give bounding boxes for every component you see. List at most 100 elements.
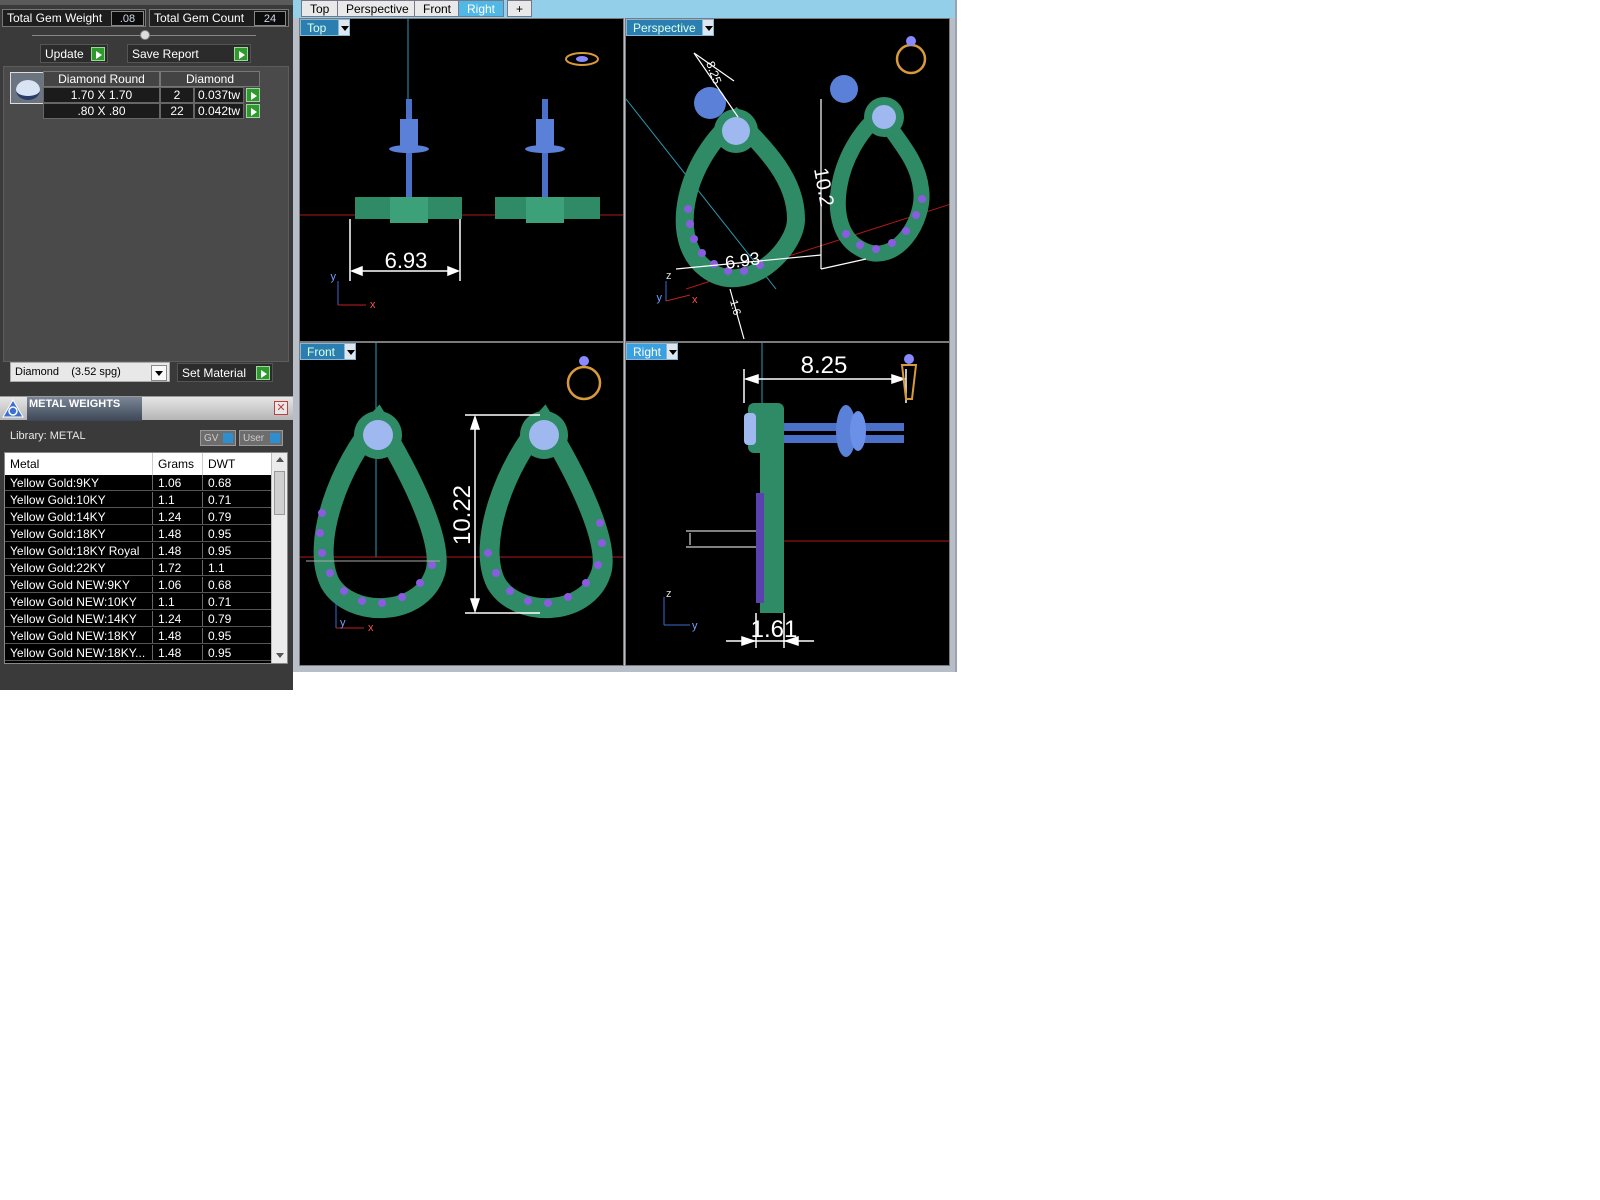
- scroll-thumb[interactable]: [274, 471, 285, 515]
- grams-cell: 1.48: [153, 645, 203, 660]
- viewport-right-chevron-icon[interactable]: [666, 343, 678, 360]
- perspective-dim-4: 1.6: [727, 299, 743, 317]
- col-grams[interactable]: Grams: [153, 453, 203, 475]
- viewport-perspective[interactable]: 8.25 10.2 6.93 1.6 y x z Perspective: [625, 18, 950, 342]
- gem-row-1-size: 1.70 X 1.70: [43, 87, 160, 103]
- table-row[interactable]: Yellow Gold NEW:10KY 1.1 0.71: [5, 594, 271, 610]
- material-select-value: Diamond (3.52 spg): [15, 366, 121, 378]
- set-material-label: Set Material: [182, 366, 247, 380]
- viewport-top-label[interactable]: Top: [300, 19, 340, 36]
- gem-row-2-go-icon[interactable]: [246, 104, 260, 118]
- dwt-cell: 0.79: [208, 510, 232, 524]
- svg-text:y: y: [340, 617, 346, 629]
- gv-toggle-label: GV: [204, 433, 219, 444]
- user-toggle-label: User: [243, 433, 265, 444]
- material-select[interactable]: Diamond (3.52 spg): [10, 362, 170, 382]
- earring-right-perspective: [829, 75, 930, 262]
- top-view-canvas: 6.93 y x: [300, 19, 623, 311]
- table-row[interactable]: Yellow Gold NEW:18KY... 1.48 0.95: [5, 645, 271, 661]
- axis-gizmo: y x: [331, 271, 377, 311]
- viewport-top[interactable]: 6.93 y x Top: [299, 18, 624, 342]
- grams-cell: 1.48: [153, 628, 203, 643]
- grams-cell: 1.24: [153, 611, 203, 626]
- dwt-cell: 0.68: [208, 578, 232, 592]
- svg-text:z: z: [666, 588, 672, 600]
- gem-header-shape: Diamond Round: [43, 71, 160, 87]
- earring-right-front: [479, 404, 613, 619]
- tab-add-button[interactable]: +: [507, 0, 533, 17]
- total-gem-count-value: 24: [254, 11, 286, 26]
- table-row[interactable]: Yellow Gold:10KY 1.1 0.71: [5, 492, 271, 508]
- metal-cell: Yellow Gold NEW:18KY: [5, 628, 153, 643]
- set-material-go-icon: [256, 366, 270, 380]
- ring-preview-icon: [900, 354, 918, 400]
- viewport-perspective-label[interactable]: Perspective: [626, 19, 704, 36]
- right-view-canvas: 8.25 1.61 z y: [663, 343, 949, 648]
- gem-row-2-weight: 0.042tw: [194, 103, 244, 119]
- grams-cell: 1.24: [153, 509, 203, 524]
- front-dimension-label: 10.22: [449, 485, 476, 545]
- save-report-button[interactable]: Save Report: [127, 44, 251, 63]
- metal-cell: Yellow Gold:18KY Royal: [5, 543, 153, 558]
- table-row[interactable]: Yellow Gold NEW:18KY 1.48 0.95: [5, 628, 271, 644]
- viewport-perspective-chevron-icon[interactable]: [702, 19, 714, 36]
- left-panel: Total Gem Weight .08 Total Gem Count 24 …: [0, 0, 293, 690]
- table-row[interactable]: Yellow Gold:22KY 1.72 1.1: [5, 560, 271, 576]
- viewport-front-label[interactable]: Front: [300, 343, 346, 360]
- table-row[interactable]: Yellow Gold:9KY 1.06 0.68: [5, 475, 271, 491]
- table-row[interactable]: Yellow Gold:18KY Royal 1.48 0.95: [5, 543, 271, 559]
- gem-row-1-go-icon[interactable]: [246, 88, 260, 102]
- user-toggle[interactable]: User: [239, 430, 283, 446]
- metal-cell: Yellow Gold NEW:18KY...: [5, 645, 153, 660]
- earring-right-top: [495, 99, 600, 223]
- table-row[interactable]: Yellow Gold NEW:14KY 1.24 0.79: [5, 611, 271, 627]
- viewports-panel: Top Perspective Front Right + 6.93 y x T…: [293, 0, 957, 672]
- table-header: Metal Grams DWT: [5, 453, 271, 475]
- tab-front[interactable]: Front: [414, 0, 461, 17]
- metal-cell: Yellow Gold:10KY: [5, 492, 153, 507]
- gem-row-2-count: 22: [160, 103, 194, 119]
- dwt-cell: 0.95: [208, 629, 232, 643]
- perspective-dim-1: 8.25: [703, 59, 724, 86]
- table-row[interactable]: Yellow Gold NEW:9KY 1.06 0.68: [5, 577, 271, 593]
- col-dwt[interactable]: DWT: [203, 453, 271, 475]
- close-icon[interactable]: ✕: [274, 401, 288, 415]
- tab-right[interactable]: Right: [458, 0, 505, 17]
- ring-scale-icon: [2, 399, 24, 418]
- viewport-right[interactable]: 8.25 1.61 z y Right: [625, 342, 950, 666]
- update-go-icon: [91, 47, 105, 61]
- perspective-dim-2: 10.2: [809, 166, 837, 208]
- table-row[interactable]: Yellow Gold:14KY 1.24 0.79: [5, 509, 271, 525]
- panel-top-strip: [0, 0, 293, 5]
- gv-toggle[interactable]: GV: [200, 430, 236, 446]
- table-row[interactable]: Yellow Gold:18KY 1.48 0.95: [5, 526, 271, 542]
- tab-top[interactable]: Top: [301, 0, 339, 17]
- tab-perspective[interactable]: Perspective: [337, 0, 418, 17]
- chevron-down-icon: [151, 365, 167, 381]
- svg-text:y: y: [692, 620, 698, 632]
- grams-cell: 1.48: [153, 543, 203, 558]
- svg-text:y: y: [331, 271, 337, 283]
- gem-dots: [684, 195, 926, 275]
- splitter-handle[interactable]: [140, 30, 150, 40]
- svg-text:y: y: [657, 292, 663, 304]
- scroll-down-icon[interactable]: [276, 653, 284, 658]
- dwt-cell: 1.1: [208, 561, 225, 575]
- viewport-right-label[interactable]: Right: [626, 343, 668, 360]
- earring-left-top: [355, 99, 462, 223]
- viewport-front-chevron-icon[interactable]: [344, 343, 356, 360]
- col-metal[interactable]: Metal: [5, 453, 153, 475]
- total-gem-weight-value: .08: [111, 11, 144, 26]
- set-material-button[interactable]: Set Material: [177, 363, 273, 382]
- viewport-top-chevron-icon[interactable]: [338, 19, 350, 36]
- dwt-cell: 0.68: [208, 476, 232, 490]
- metal-cell: Yellow Gold:22KY: [5, 560, 153, 575]
- right-dim-2: 1.61: [751, 616, 798, 643]
- update-button[interactable]: Update: [40, 44, 108, 63]
- earring-side-view: [744, 403, 904, 613]
- table-scrollbar[interactable]: [271, 453, 287, 663]
- viewport-front[interactable]: 10.22 y x Front: [299, 342, 624, 666]
- scroll-up-icon[interactable]: [276, 457, 284, 462]
- gem-row-2-size: .80 X .80: [43, 103, 160, 119]
- metal-cell: Yellow Gold:9KY: [5, 475, 153, 490]
